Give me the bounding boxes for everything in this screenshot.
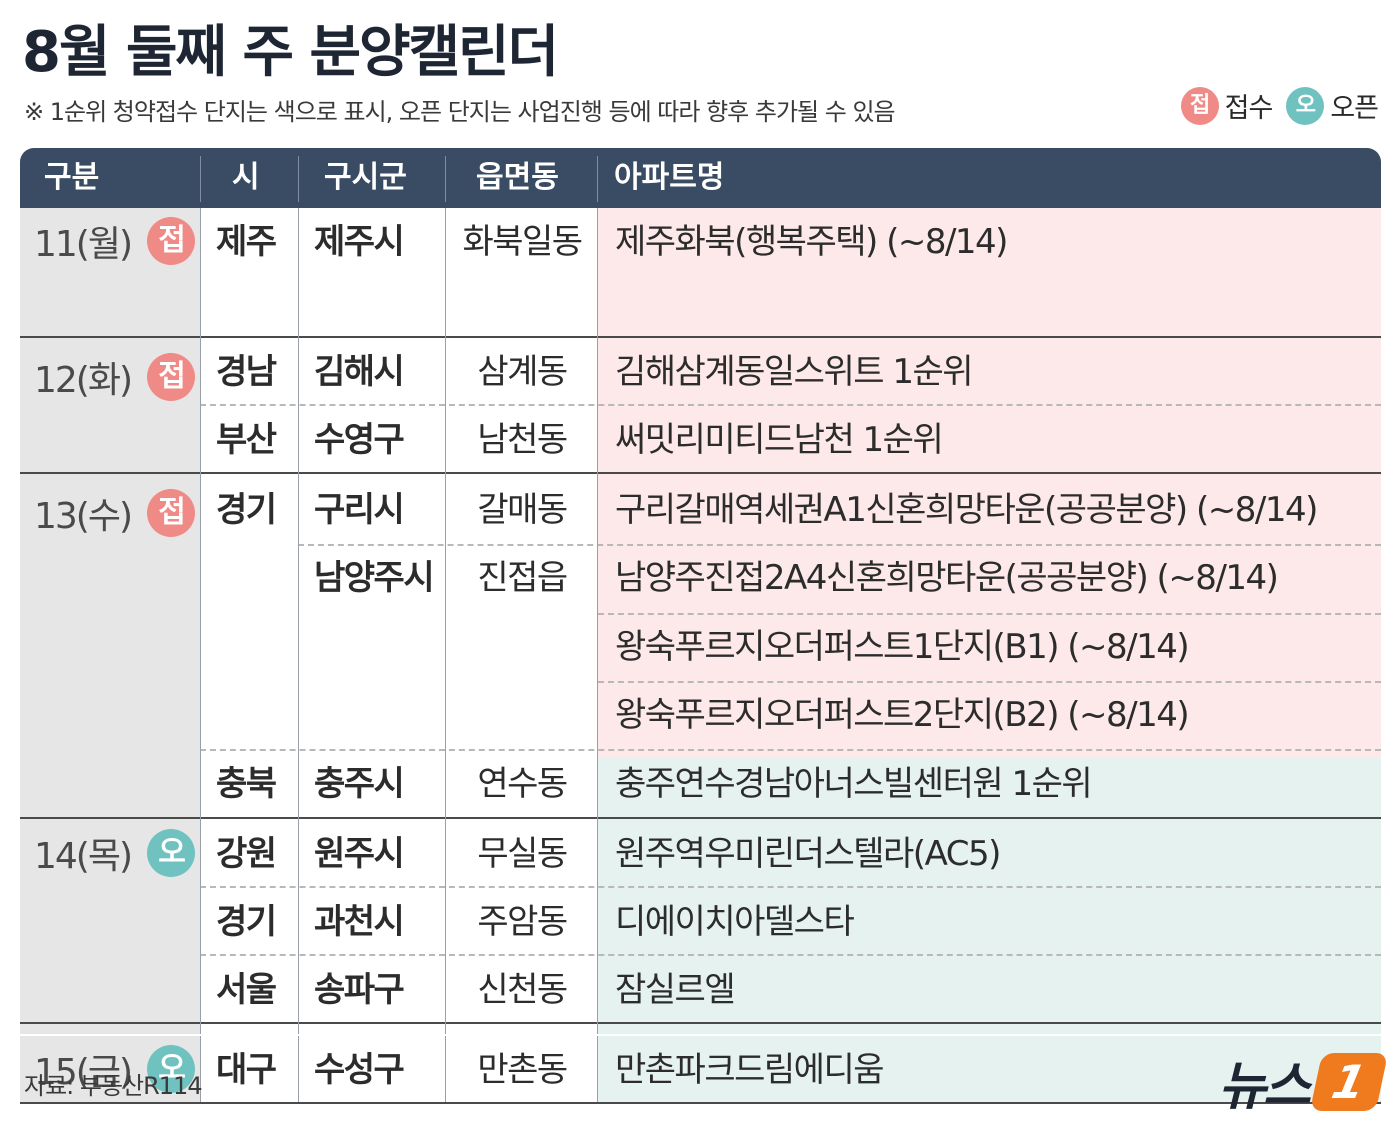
header-gu: 구시군 <box>324 160 407 195</box>
open-badge-icon: 오 <box>147 829 196 877</box>
column-divider <box>597 1036 598 1104</box>
date-cell: 13(수) 접 <box>34 480 196 546</box>
table-header: 구분 시 구시군 읍면동 아파트명 <box>20 148 1381 208</box>
table-body-last: 15(금) 오 대구 수성구 만촌동 만촌파크드림에디움 <box>20 1036 1381 1104</box>
apartment-cell: 잠실르엘 <box>615 970 736 1010</box>
footnote: ※ 1순위 청약접수 단지는 색으로 표시, 오픈 단지는 사업진행 등에 따라… <box>24 98 896 126</box>
apartment-cell: 디에이치아델스타 <box>615 902 855 942</box>
dong-cell: 신천동 <box>477 970 568 1010</box>
header-si: 시 <box>232 160 260 195</box>
dong-cell: 주암동 <box>477 902 568 942</box>
si-cell: 부산 <box>216 420 277 460</box>
date-cell: 14(목) 오 <box>34 820 196 886</box>
legend-open: 오 오픈 <box>1286 86 1379 125</box>
column-divider <box>597 208 598 1034</box>
apartment-cell: 제주화북(행복주택) (~8/14) <box>615 222 1008 262</box>
news1-logo: 뉴스 1 <box>1218 1044 1389 1119</box>
si-cell: 충북 <box>216 764 277 804</box>
gu-cell: 남양주시 <box>314 558 435 598</box>
calendar-table: 구분 시 구시군 읍면동 아파트명 11(월) 접 제주 제주시 화북일동 제주… <box>20 148 1381 1104</box>
header-dong: 읍면동 <box>476 160 559 195</box>
header-divider <box>597 156 598 202</box>
apartment-cell: 원주역우미린더스텔라(AC5) <box>615 834 1001 874</box>
receipt-badge-icon: 접 <box>147 353 196 401</box>
date-label: 14(목) <box>34 836 133 877</box>
row-divider <box>20 472 1381 474</box>
receipt-badge-icon: 접 <box>1180 86 1219 125</box>
date-label: 12(화) <box>34 360 133 401</box>
si-cell: 강원 <box>216 834 277 874</box>
si-cell: 서울 <box>216 970 277 1010</box>
gu-cell: 수성구 <box>314 1050 405 1090</box>
dong-cell: 갈매동 <box>477 490 568 530</box>
gu-cell: 제주시 <box>314 222 405 262</box>
gu-cell: 과천시 <box>314 902 405 942</box>
column-divider <box>298 1036 299 1104</box>
si-cell: 대구 <box>216 1050 277 1090</box>
dong-cell: 화북일동 <box>462 222 583 262</box>
page-title: 8월 둘째 주 분양캘린더 <box>22 20 559 85</box>
table-body: 11(월) 접 제주 제주시 화북일동 제주화북(행복주택) (~8/14) 1… <box>20 208 1381 1034</box>
si-cell: 경기 <box>216 902 277 942</box>
column-divider <box>298 208 299 1034</box>
legend-receipt-label: 접수 <box>1224 93 1274 124</box>
date-cell: 12(화) 접 <box>34 344 196 410</box>
dong-cell: 만촌동 <box>477 1050 568 1090</box>
header-divider <box>298 156 299 202</box>
open-badge-icon: 오 <box>1286 86 1325 125</box>
apartment-cell: 남양주진접2A4신혼희망타운(공공분양) (~8/14) <box>615 558 1279 598</box>
apartment-cell: 만촌파크드림에디움 <box>615 1050 885 1090</box>
row-divider <box>20 817 1381 819</box>
header-category: 구분 <box>44 160 100 195</box>
si-cell: 제주 <box>216 222 277 262</box>
legend-open-label: 오픈 <box>1330 93 1379 124</box>
header-divider <box>445 156 446 202</box>
column-divider <box>200 208 201 1034</box>
row-divider <box>20 1022 1381 1024</box>
gu-cell: 송파구 <box>314 970 405 1010</box>
dong-cell: 무실동 <box>477 834 568 874</box>
legend: 접 접수 오 오픈 <box>1175 86 1379 125</box>
apartment-cell: 써밋리미티드남천 1순위 <box>615 420 944 460</box>
logo-text: 뉴스 <box>1218 1057 1311 1117</box>
apartment-cell: 구리갈매역세권A1신혼희망타운(공공분양) (~8/14) <box>615 490 1318 530</box>
gu-cell: 수영구 <box>314 420 405 460</box>
gu-cell: 충주시 <box>314 764 405 804</box>
date-label: 13(수) <box>34 496 133 537</box>
si-cell: 경남 <box>216 352 277 392</box>
apartment-cell: 충주연수경남아너스빌센터원 1순위 <box>615 764 1093 804</box>
column-divider <box>445 208 446 1034</box>
table-bottom-border <box>20 1102 1381 1104</box>
dong-cell: 삼계동 <box>477 352 568 392</box>
receipt-badge-icon: 접 <box>147 489 196 537</box>
date-cell: 11(월) 접 <box>34 208 196 274</box>
header-divider <box>200 156 201 202</box>
si-cell: 경기 <box>216 490 277 530</box>
receipt-badge-icon: 접 <box>147 217 196 265</box>
date-label: 11(월) <box>34 224 133 265</box>
date-column-bg <box>20 208 200 1034</box>
legend-receipt: 접 접수 <box>1180 86 1274 125</box>
gu-cell: 원주시 <box>314 834 405 874</box>
gu-cell: 구리시 <box>314 490 405 530</box>
dong-cell: 진접읍 <box>477 558 568 598</box>
gu-cell: 김해시 <box>314 352 405 392</box>
apartment-cell: 왕숙푸르지오더퍼스트2단지(B2) (~8/14) <box>615 695 1190 735</box>
header-apartment: 아파트명 <box>614 160 725 195</box>
source-note: 자료: 부동산R114 <box>24 1072 203 1100</box>
apartment-cell: 왕숙푸르지오더퍼스트1단지(B1) (~8/14) <box>615 627 1190 667</box>
dong-cell: 남천동 <box>477 420 568 460</box>
logo-mark-icon: 1 <box>1309 1052 1389 1111</box>
apartment-cell: 김해삼계동일스위트 1순위 <box>615 352 974 392</box>
column-divider <box>445 1036 446 1104</box>
dong-cell: 연수동 <box>477 764 568 804</box>
